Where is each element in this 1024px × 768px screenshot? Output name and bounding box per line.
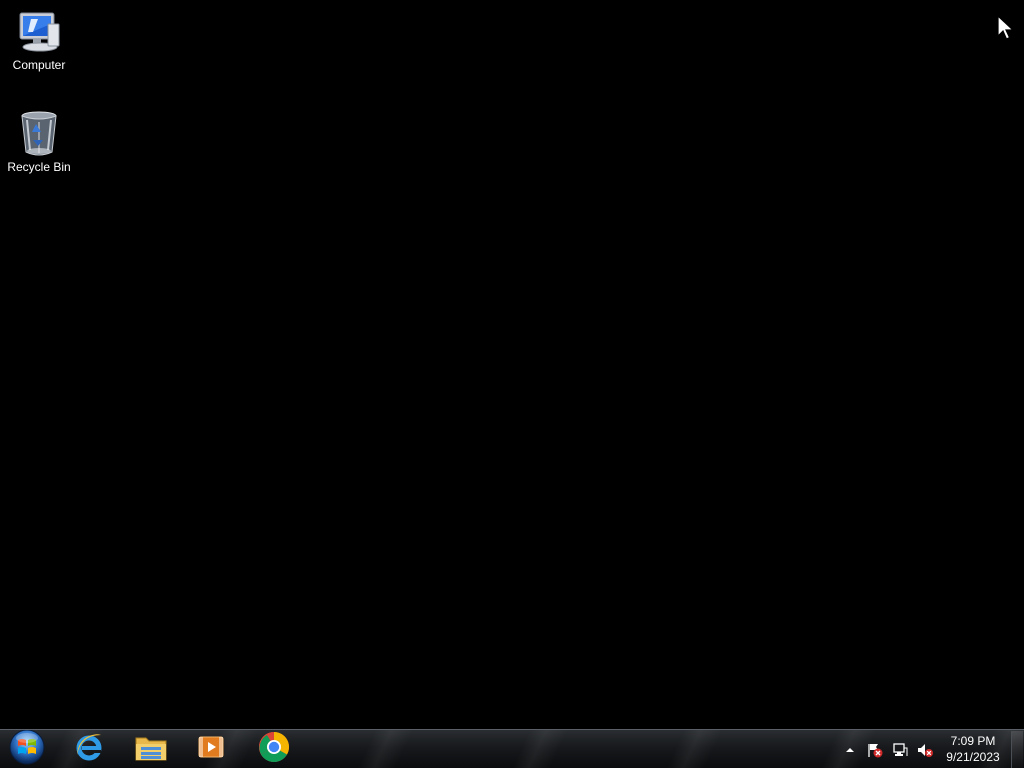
desktop-icon-label: Recycle Bin [7,160,71,174]
taskbar-app-file-explorer[interactable] [123,731,179,768]
desktop-icon-label: Computer [12,58,66,72]
taskbar-app-media-player[interactable] [183,731,239,768]
clock-date: 9/21/2023 [946,750,1000,764]
taskbar: 7:09 PM 9/21/2023 [0,729,1024,768]
show-hidden-icons-arrow-icon[interactable] [843,742,857,758]
system-tray [843,731,933,768]
network-icon[interactable] [892,742,908,758]
desktop-icon-computer[interactable]: Computer [1,8,77,72]
taskbar-app-internet-explorer[interactable] [61,731,117,768]
internet-explorer-icon [73,731,105,768]
mouse-cursor-icon [997,14,1015,41]
file-explorer-icon [134,732,168,767]
desktop-icon-recycle-bin[interactable]: Recycle Bin [1,110,77,174]
windows-start-orb-icon [8,730,46,768]
computer-icon [15,8,63,56]
taskbar-app-chrome[interactable] [246,731,302,768]
show-desktop-button[interactable] [1011,731,1023,768]
recycle-bin-icon [15,110,63,158]
chrome-icon [258,731,290,768]
clock-time: 7:09 PM [950,734,996,748]
action-center-flag-icon[interactable] [867,742,883,758]
desktop: Computer Recycle Bin [0,0,1024,729]
media-player-icon [196,732,226,767]
start-button[interactable] [7,730,47,768]
taskbar-clock[interactable]: 7:09 PM 9/21/2023 [940,733,1006,765]
volume-muted-icon[interactable] [917,742,933,758]
